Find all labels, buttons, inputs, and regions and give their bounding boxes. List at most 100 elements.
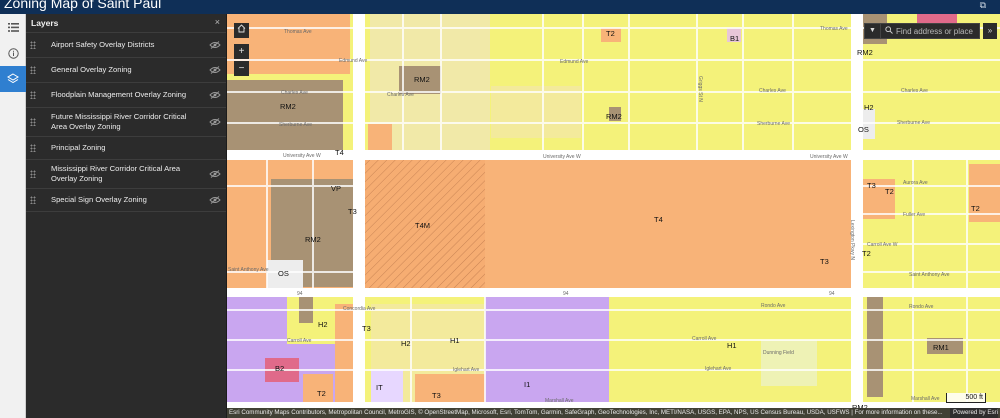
layer-item-river-corridor[interactable]: Mississippi River Corridor Critical Area… xyxy=(26,160,226,189)
map-view[interactable]: T2 B1 RM2 RM2 RM2 RM2 H2 OS T4 VP T3 T4M… xyxy=(227,14,1000,418)
street-carroll-ave-c: Carroll Ave xyxy=(692,336,717,342)
street-charles-ave-w: Charles Ave xyxy=(281,90,308,96)
visibility-off-icon[interactable] xyxy=(209,170,221,178)
zone-os-west: OS xyxy=(278,269,289,278)
zone-t4-university: T4 xyxy=(335,148,344,157)
road-lexington-pkwy xyxy=(851,14,863,408)
route-94-center: 94 xyxy=(563,291,569,297)
street-sherburne-ave-far: Sherburne Ave xyxy=(897,120,930,126)
street-charles-ave-c: Charles Ave xyxy=(387,92,414,98)
visibility-off-icon[interactable] xyxy=(209,41,221,49)
layers-icon[interactable] xyxy=(0,66,26,92)
street-edmund-ave-e: Edmund Ave xyxy=(560,59,588,65)
search-source-dropdown[interactable]: ▼ xyxy=(865,24,881,38)
search-icon[interactable] xyxy=(885,26,893,34)
info-icon[interactable] xyxy=(0,40,26,66)
zone-area-t3-marshall xyxy=(415,374,485,402)
zoom-in-button[interactable]: + xyxy=(234,44,249,59)
zone-area-i1 xyxy=(485,297,609,402)
zone-rm2-central: RM2 xyxy=(305,235,321,244)
zone-t3-concordia: T3 xyxy=(362,324,371,333)
zone-area-rm2-south xyxy=(867,297,883,397)
zone-it: IT xyxy=(376,383,383,392)
drag-handle-icon[interactable] xyxy=(30,144,36,152)
attribution-text: Esri Community Maps Contributors, Metrop… xyxy=(229,409,943,416)
search-widget: ▼ xyxy=(864,23,980,39)
zoom-out-button[interactable]: − xyxy=(234,61,249,76)
street-charles-ave-far: Charles Ave xyxy=(901,88,928,94)
layer-label: Floodplain Management Overlay Zoning xyxy=(51,90,187,99)
search-input[interactable] xyxy=(896,25,978,37)
route-94-east: 94 xyxy=(829,291,835,297)
visibility-off-icon[interactable] xyxy=(209,196,221,204)
layer-item-principal-zoning[interactable]: Principal Zoning xyxy=(26,137,226,160)
zone-area-center-north xyxy=(491,86,581,138)
drag-handle-icon[interactable] xyxy=(30,41,36,49)
street-carroll-ave-w: Carroll Ave W xyxy=(867,242,898,248)
poi-dunning-field: Dunning Field xyxy=(763,350,794,356)
zoning-map-canvas[interactable]: T2 B1 RM2 RM2 RM2 RM2 H2 OS T4 VP T3 T4M… xyxy=(227,14,1000,418)
app-title: Zoning Map of Saint Paul xyxy=(4,0,162,11)
zone-h2-east: H2 xyxy=(864,103,874,112)
layer-label: Mississippi River Corridor Critical Area… xyxy=(51,164,181,183)
zone-h1-west: H1 xyxy=(450,336,460,345)
home-button[interactable] xyxy=(234,23,249,38)
poi-area-dunning-field xyxy=(761,340,817,386)
zone-rm1: RM1 xyxy=(933,343,949,352)
layer-item-special-sign[interactable]: Special Sign Overlay Zoning xyxy=(26,189,226,212)
layer-item-future-river-corridor[interactable]: Future Mississippi River Corridor Critic… xyxy=(26,108,226,137)
home-icon xyxy=(237,24,246,33)
street-saint-anthony-e: Saint Anthony Ave xyxy=(909,272,950,278)
zone-vp: VP xyxy=(331,184,341,193)
layer-item-airport-safety[interactable]: Airport Safety Overlay Districts xyxy=(26,33,226,58)
layer-item-general-overlay[interactable]: General Overlay Zoning xyxy=(26,58,226,83)
layers-panel-header: Layers × xyxy=(26,14,226,33)
zone-t2-lexington: T2 xyxy=(862,249,871,258)
drag-handle-icon[interactable] xyxy=(30,118,36,126)
street-university-w: University Ave W xyxy=(283,153,321,159)
scale-bar: 500 ft xyxy=(946,393,986,403)
zone-t3-dunlap: T3 xyxy=(348,207,357,216)
visibility-off-icon[interactable] xyxy=(209,118,221,126)
powered-by-esri[interactable]: Powered by Esri xyxy=(949,408,998,418)
visibility-off-icon[interactable] xyxy=(209,66,221,74)
zone-h2-carroll: H2 xyxy=(401,339,411,348)
street-thomas-ave-e: Thomas Ave xyxy=(820,26,848,32)
street-university-e: University Ave W xyxy=(810,154,848,160)
layer-list-icon[interactable] xyxy=(0,14,26,40)
close-icon[interactable]: × xyxy=(215,17,220,27)
zone-t4m: T4M xyxy=(415,221,430,230)
street-iglehart-ave-e: Iglehart Ave xyxy=(705,366,732,372)
zone-t3-east: T3 xyxy=(820,257,829,266)
map-attribution: Esri Community Maps Contributors, Metrop… xyxy=(227,408,1000,418)
zone-t4-center: T4 xyxy=(654,215,663,224)
street-sherburne-ave-w: Sherburne Ave xyxy=(279,122,312,128)
share-icon[interactable]: ⧉ xyxy=(980,0,986,11)
layer-item-floodplain[interactable]: Floodplain Management Overlay Zoning xyxy=(26,83,226,108)
drag-handle-icon[interactable] xyxy=(30,170,36,178)
zone-os-east: OS xyxy=(858,125,869,134)
street-marshall-ave-e: Marshall Ave xyxy=(911,396,940,402)
visibility-off-icon[interactable] xyxy=(209,91,221,99)
zone-rm2-sherburne: RM2 xyxy=(606,112,622,121)
zone-h2-concordia: H2 xyxy=(318,320,328,329)
drag-handle-icon[interactable] xyxy=(30,91,36,99)
zone-b1: B1 xyxy=(730,34,739,43)
zone-h1-east: H1 xyxy=(727,341,737,350)
drag-handle-icon[interactable] xyxy=(30,196,36,204)
zone-t2-thomas: T2 xyxy=(606,29,615,38)
zone-area-t4-north xyxy=(368,124,392,150)
zone-i1: I1 xyxy=(524,380,530,389)
street-marshall-ave: Marshall Ave xyxy=(545,398,574,404)
expand-button[interactable]: » xyxy=(983,23,997,39)
street-thomas-ave-w: Thomas Ave xyxy=(284,29,312,35)
route-94-west: 94 xyxy=(297,291,303,297)
drag-handle-icon[interactable] xyxy=(30,66,36,74)
app-header: Zoning Map of Saint Paul ⧉ xyxy=(0,0,1000,14)
layer-label: General Overlay Zoning xyxy=(51,65,132,74)
zone-rm2-west: RM2 xyxy=(280,102,296,111)
layer-label: Principal Zoning xyxy=(51,143,106,152)
zone-b2: B2 xyxy=(275,364,284,373)
layer-label: Airport Safety Overlay Districts xyxy=(51,40,155,49)
street-university-c: University Ave W xyxy=(543,154,581,160)
